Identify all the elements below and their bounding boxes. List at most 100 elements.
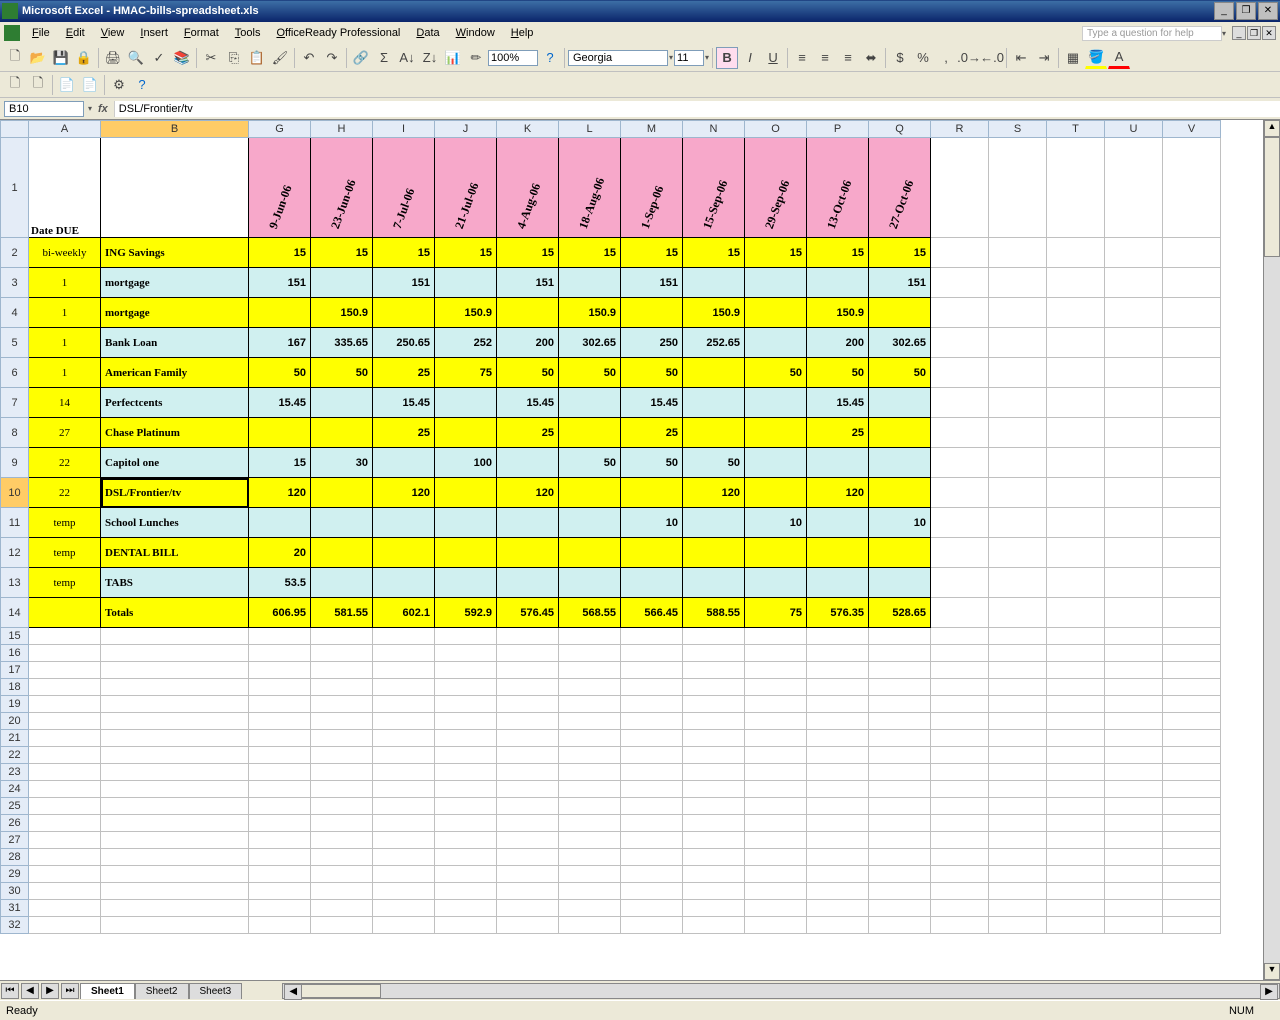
cell-Q14[interactable]: 528.65 <box>869 598 931 628</box>
hscroll-left-button[interactable]: ◀ <box>284 984 302 1000</box>
hscroll-thumb[interactable] <box>301 984 381 998</box>
row-header-16[interactable]: 16 <box>1 645 29 662</box>
zoom-input[interactable] <box>488 50 538 66</box>
font-size-input[interactable] <box>674 50 704 66</box>
cell-G13[interactable]: 53.5 <box>249 568 311 598</box>
cell-N6[interactable] <box>683 358 745 388</box>
copy-button[interactable]: ⎘ <box>223 47 245 69</box>
cell-I3[interactable]: 151 <box>373 268 435 298</box>
col-header-A[interactable]: A <box>29 121 101 138</box>
undo-button[interactable]: ↶ <box>298 47 320 69</box>
row-header-11[interactable]: 11 <box>1 508 29 538</box>
tab-next-button[interactable]: ▶ <box>41 983 59 999</box>
cell-G11[interactable] <box>249 508 311 538</box>
menu-format[interactable]: Format <box>176 25 227 41</box>
cell-I14[interactable]: 602.1 <box>373 598 435 628</box>
cell-J14[interactable]: 592.9 <box>435 598 497 628</box>
cell-M12[interactable] <box>621 538 683 568</box>
col-header-M[interactable]: M <box>621 121 683 138</box>
cell-A10[interactable]: 22 <box>29 478 101 508</box>
date-header-9[interactable]: 13-Oct-06 <box>807 138 869 238</box>
pdf-btn3[interactable]: 📄 <box>56 74 78 96</box>
cell-H6[interactable]: 50 <box>311 358 373 388</box>
cell-H3[interactable] <box>311 268 373 298</box>
cell-N13[interactable] <box>683 568 745 598</box>
help-dropdown-icon[interactable]: ▾ <box>1222 29 1226 38</box>
pdf-btn2[interactable]: 🗋 <box>27 74 49 96</box>
minimize-button[interactable]: _ <box>1214 2 1234 20</box>
cell-J13[interactable] <box>435 568 497 598</box>
menu-tools[interactable]: Tools <box>227 25 269 41</box>
col-header-L[interactable]: L <box>559 121 621 138</box>
cell-O6[interactable]: 50 <box>745 358 807 388</box>
sort-asc-button[interactable]: A↓ <box>396 47 418 69</box>
cell-G7[interactable]: 15.45 <box>249 388 311 418</box>
cell-P12[interactable] <box>807 538 869 568</box>
scroll-down-button[interactable]: ▼ <box>1264 963 1280 980</box>
col-header-T[interactable]: T <box>1047 121 1105 138</box>
menu-file[interactable]: File <box>24 25 58 41</box>
cell-N3[interactable] <box>683 268 745 298</box>
cell-G3[interactable]: 151 <box>249 268 311 298</box>
cell-H14[interactable]: 581.55 <box>311 598 373 628</box>
merge-button[interactable]: ⬌ <box>860 47 882 69</box>
menu-officeready-professional[interactable]: OfficeReady Professional <box>268 25 408 41</box>
row-header-25[interactable]: 25 <box>1 798 29 815</box>
scroll-thumb[interactable] <box>1264 137 1280 257</box>
cell-J10[interactable] <box>435 478 497 508</box>
borders-button[interactable]: ▦ <box>1062 47 1084 69</box>
chart-button[interactable]: 📊 <box>442 47 464 69</box>
fx-icon[interactable]: fx <box>98 103 108 115</box>
cell-O7[interactable] <box>745 388 807 418</box>
row-header-24[interactable]: 24 <box>1 781 29 798</box>
row-header-19[interactable]: 19 <box>1 696 29 713</box>
cell-A14[interactable] <box>29 598 101 628</box>
cell-P3[interactable] <box>807 268 869 298</box>
cell-P2[interactable]: 15 <box>807 238 869 268</box>
cell-A1[interactable]: Date DUE <box>29 138 101 238</box>
cell-M13[interactable] <box>621 568 683 598</box>
cell-P11[interactable] <box>807 508 869 538</box>
cell-G12[interactable]: 20 <box>249 538 311 568</box>
col-header-O[interactable]: O <box>745 121 807 138</box>
cell-A7[interactable]: 14 <box>29 388 101 418</box>
cell-H13[interactable] <box>311 568 373 598</box>
row-header-3[interactable]: 3 <box>1 268 29 298</box>
pdf-btn4[interactable]: 📄 <box>79 74 101 96</box>
cell-L4[interactable]: 150.9 <box>559 298 621 328</box>
date-header-7[interactable]: 15-Sep-06 <box>683 138 745 238</box>
cell-N10[interactable]: 120 <box>683 478 745 508</box>
row-header-20[interactable]: 20 <box>1 713 29 730</box>
cell-H12[interactable] <box>311 538 373 568</box>
italic-button[interactable]: I <box>739 47 761 69</box>
col-header-J[interactable]: J <box>435 121 497 138</box>
cell-P4[interactable]: 150.9 <box>807 298 869 328</box>
row-header-31[interactable]: 31 <box>1 900 29 917</box>
row-header-5[interactable]: 5 <box>1 328 29 358</box>
cell-O12[interactable] <box>745 538 807 568</box>
cell-Q7[interactable] <box>869 388 931 418</box>
date-header-1[interactable]: 23-Jun-06 <box>311 138 373 238</box>
cell-Q6[interactable]: 50 <box>869 358 931 388</box>
cell-M8[interactable]: 25 <box>621 418 683 448</box>
cell-M10[interactable] <box>621 478 683 508</box>
cell-K14[interactable]: 576.45 <box>497 598 559 628</box>
menu-data[interactable]: Data <box>408 25 447 41</box>
cell-O2[interactable]: 15 <box>745 238 807 268</box>
date-header-6[interactable]: 1-Sep-06 <box>621 138 683 238</box>
cell-J7[interactable] <box>435 388 497 418</box>
cell-L7[interactable] <box>559 388 621 418</box>
help-button[interactable]: ? <box>539 47 561 69</box>
cell-G2[interactable]: 15 <box>249 238 311 268</box>
cell-O14[interactable]: 75 <box>745 598 807 628</box>
horizontal-scrollbar[interactable]: ◀ ▶ <box>282 983 1280 999</box>
cell-Q11[interactable]: 10 <box>869 508 931 538</box>
cell-I6[interactable]: 25 <box>373 358 435 388</box>
cell-H11[interactable] <box>311 508 373 538</box>
cell-O9[interactable] <box>745 448 807 478</box>
date-header-2[interactable]: 7-Jul-06 <box>373 138 435 238</box>
tab-last-button[interactable]: ⏭ <box>61 983 79 999</box>
row-header-2[interactable]: 2 <box>1 238 29 268</box>
cell-B7[interactable]: Perfectcents <box>101 388 249 418</box>
cell-N8[interactable] <box>683 418 745 448</box>
